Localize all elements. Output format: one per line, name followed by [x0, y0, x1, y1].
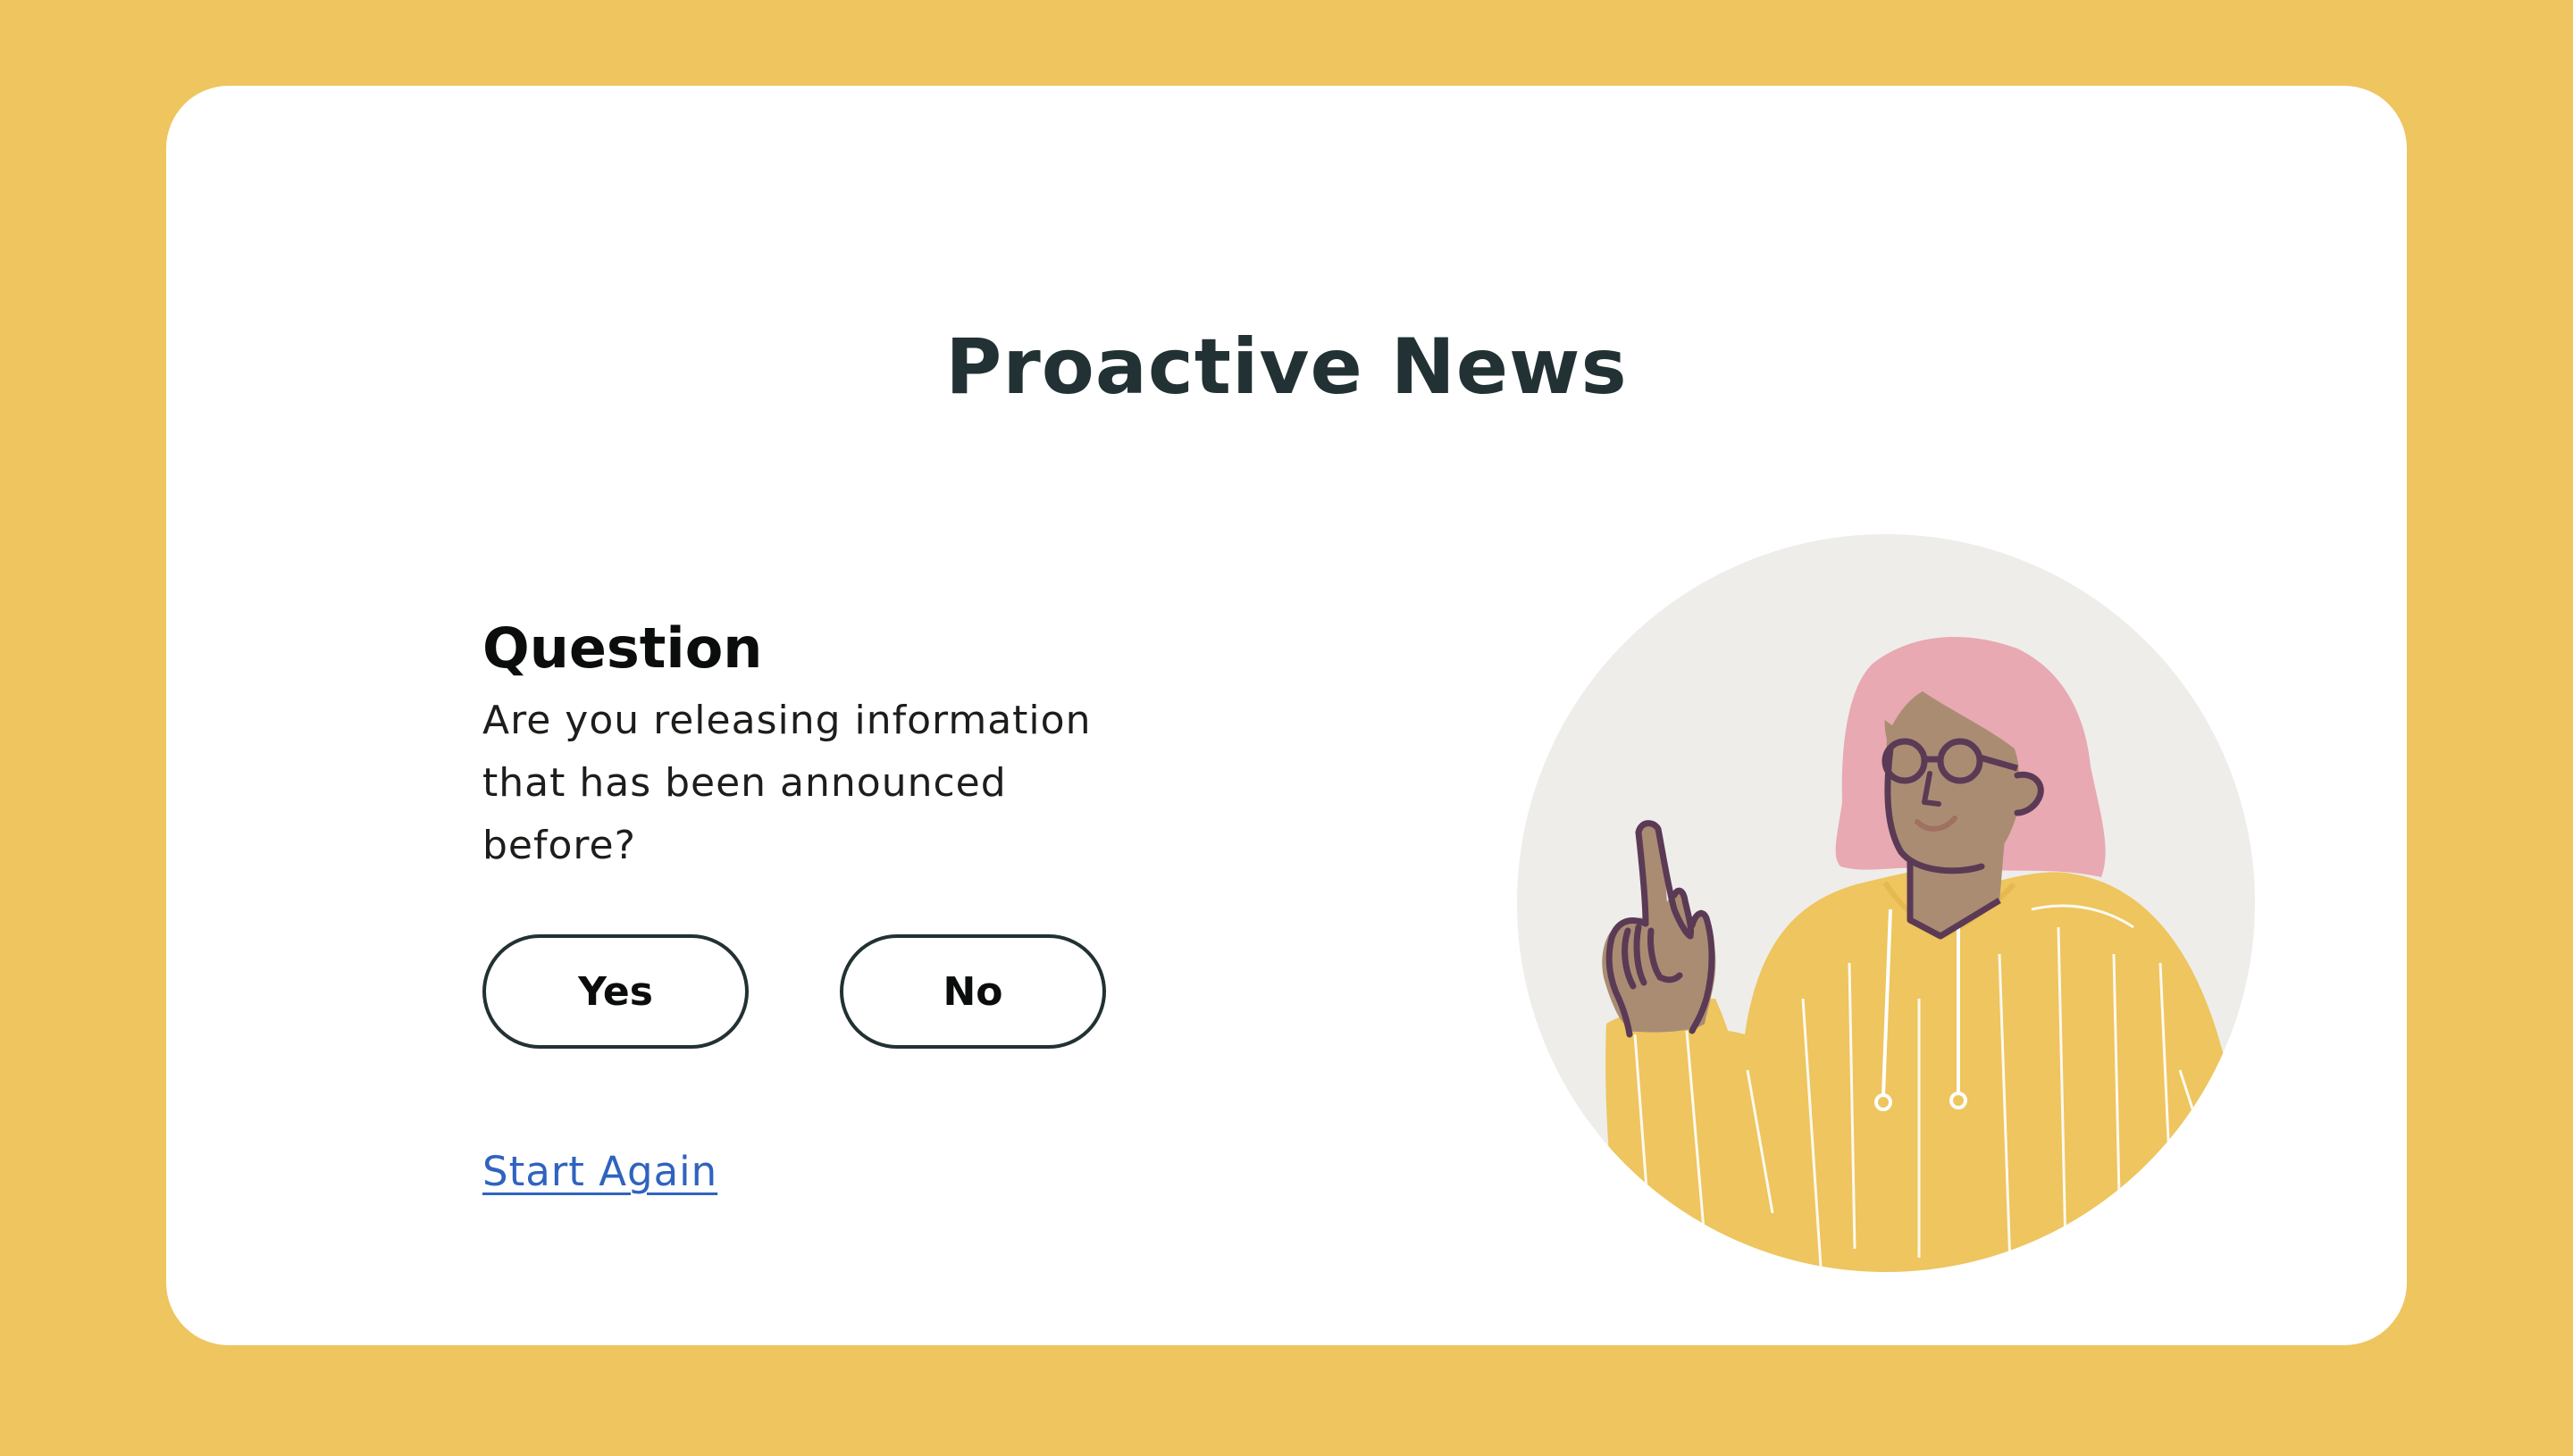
- question-heading: Question: [482, 615, 763, 681]
- person-pointing-up-illustration: [1517, 534, 2255, 1272]
- start-again-link[interactable]: Start Again: [482, 1145, 717, 1199]
- question-block: Question Are you releasing information t…: [482, 613, 1161, 877]
- page-title: Proactive News: [945, 322, 1628, 412]
- yes-button[interactable]: Yes: [482, 934, 749, 1049]
- no-button[interactable]: No: [840, 934, 1106, 1049]
- content-card: Proactive News Question Are you releasin…: [166, 86, 2407, 1345]
- question-text: Are you releasing information that has b…: [482, 698, 1092, 868]
